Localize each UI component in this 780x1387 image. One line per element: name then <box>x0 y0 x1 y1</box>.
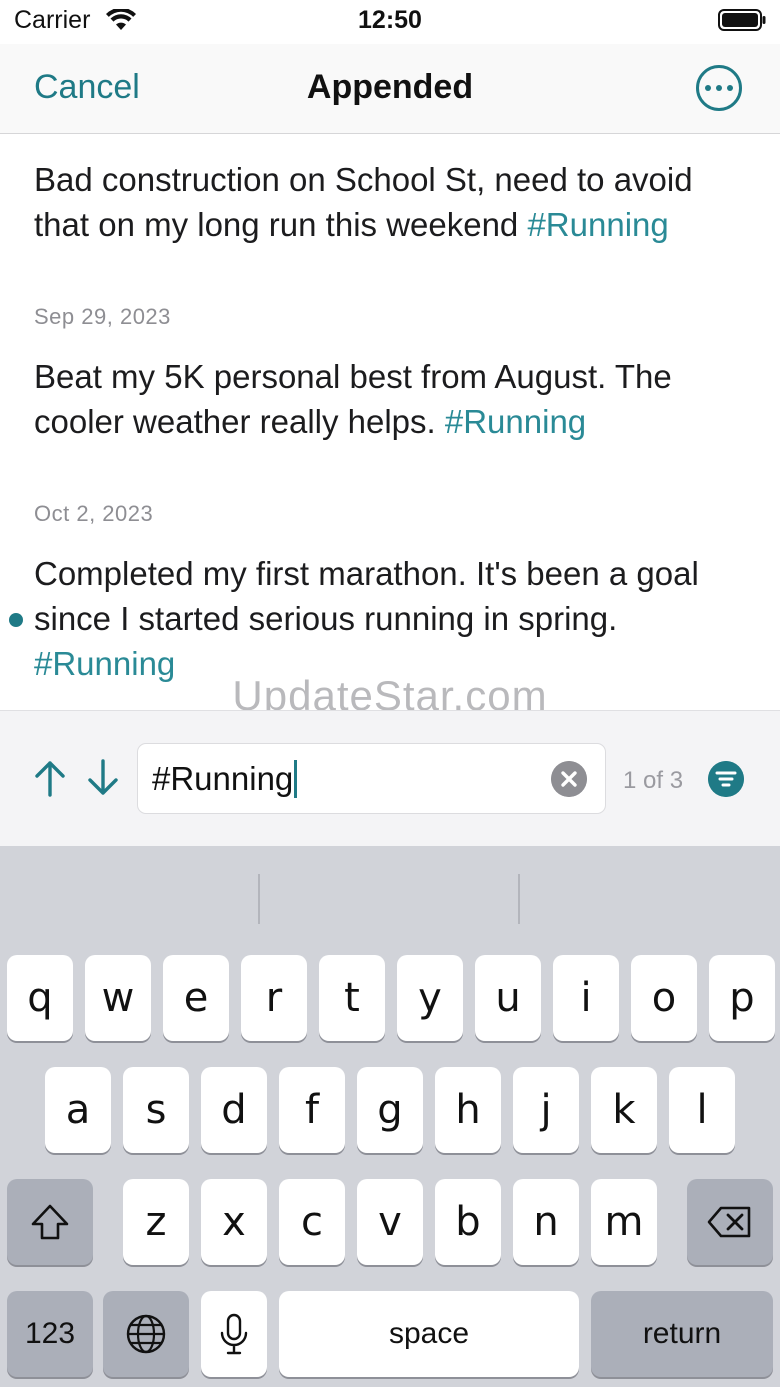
globe-icon <box>126 1314 166 1354</box>
arrow-up-icon[interactable] <box>30 755 70 801</box>
key-f[interactable]: f <box>279 1067 345 1153</box>
key-l[interactable]: l <box>669 1067 735 1153</box>
key-v[interactable]: v <box>357 1179 423 1265</box>
space-key[interactable]: space <box>279 1291 579 1377</box>
delete-key[interactable] <box>687 1179 773 1265</box>
key-d[interactable]: d <box>201 1067 267 1153</box>
key-w[interactable]: w <box>85 955 151 1041</box>
entry-text[interactable]: Completed my first marathon. It's been a… <box>34 551 754 686</box>
arrow-down-icon[interactable] <box>83 755 123 801</box>
current-match-indicator <box>9 613 23 627</box>
key-m[interactable]: m <box>591 1179 657 1265</box>
battery-icon <box>718 9 766 31</box>
cancel-button[interactable]: Cancel <box>34 68 140 107</box>
key-k[interactable]: k <box>591 1067 657 1153</box>
globe-key[interactable] <box>103 1291 189 1377</box>
key-q[interactable]: q <box>7 955 73 1041</box>
entry-date: Oct 2, 2023 <box>34 501 154 526</box>
tag-link[interactable]: #Running <box>34 645 175 682</box>
key-e[interactable]: e <box>163 955 229 1041</box>
key-y[interactable]: y <box>397 955 463 1041</box>
dictation-key[interactable] <box>201 1291 267 1377</box>
key-a[interactable]: a <box>45 1067 111 1153</box>
entry-date: Sep 29, 2023 <box>34 304 171 329</box>
backspace-icon <box>707 1206 751 1238</box>
key-x[interactable]: x <box>201 1179 267 1265</box>
text-caret <box>294 760 298 798</box>
search-input[interactable]: #Running <box>137 743 606 814</box>
keyboard: q w e r t y u i o p a s d f g h j k l z … <box>0 846 780 1387</box>
key-g[interactable]: g <box>357 1067 423 1153</box>
search-toolbar: #Running 1 of 3 <box>0 710 780 846</box>
entries-list[interactable]: Bad construction on School St, need to a… <box>0 135 780 710</box>
match-count: 1 of 3 <box>623 767 684 794</box>
key-u[interactable]: u <box>475 955 541 1041</box>
clear-circle-icon[interactable] <box>551 761 587 797</box>
suggestion-divider <box>258 874 260 924</box>
key-h[interactable]: h <box>435 1067 501 1153</box>
key-c[interactable]: c <box>279 1179 345 1265</box>
key-b[interactable]: b <box>435 1179 501 1265</box>
microphone-icon <box>220 1313 248 1355</box>
key-o[interactable]: o <box>631 955 697 1041</box>
shift-key[interactable] <box>7 1179 93 1265</box>
entry-text[interactable]: Beat my 5K personal best from August. Th… <box>34 354 754 444</box>
key-j[interactable]: j <box>513 1067 579 1153</box>
key-t[interactable]: t <box>319 955 385 1041</box>
numbers-key[interactable]: 123 <box>7 1291 93 1377</box>
tag-link[interactable]: #Running <box>527 206 668 243</box>
return-key[interactable]: return <box>591 1291 773 1377</box>
suggestion-divider <box>518 874 520 924</box>
key-s[interactable]: s <box>123 1067 189 1153</box>
ellipsis-circle-icon[interactable] <box>696 65 742 111</box>
search-value: #Running <box>152 760 294 797</box>
key-p[interactable]: p <box>709 955 775 1041</box>
shift-arrow-icon <box>31 1204 69 1240</box>
tag-link[interactable]: #Running <box>445 403 586 440</box>
key-i[interactable]: i <box>553 955 619 1041</box>
status-time: 12:50 <box>358 6 422 34</box>
status-bar: Carrier 12:50 <box>0 0 780 44</box>
key-z[interactable]: z <box>123 1179 189 1265</box>
filter-circle-icon[interactable] <box>708 761 744 797</box>
navigation-bar: Cancel Appended <box>0 44 780 134</box>
entry-text[interactable]: Bad construction on School St, need to a… <box>34 157 754 247</box>
key-r[interactable]: r <box>241 955 307 1041</box>
key-n[interactable]: n <box>513 1179 579 1265</box>
